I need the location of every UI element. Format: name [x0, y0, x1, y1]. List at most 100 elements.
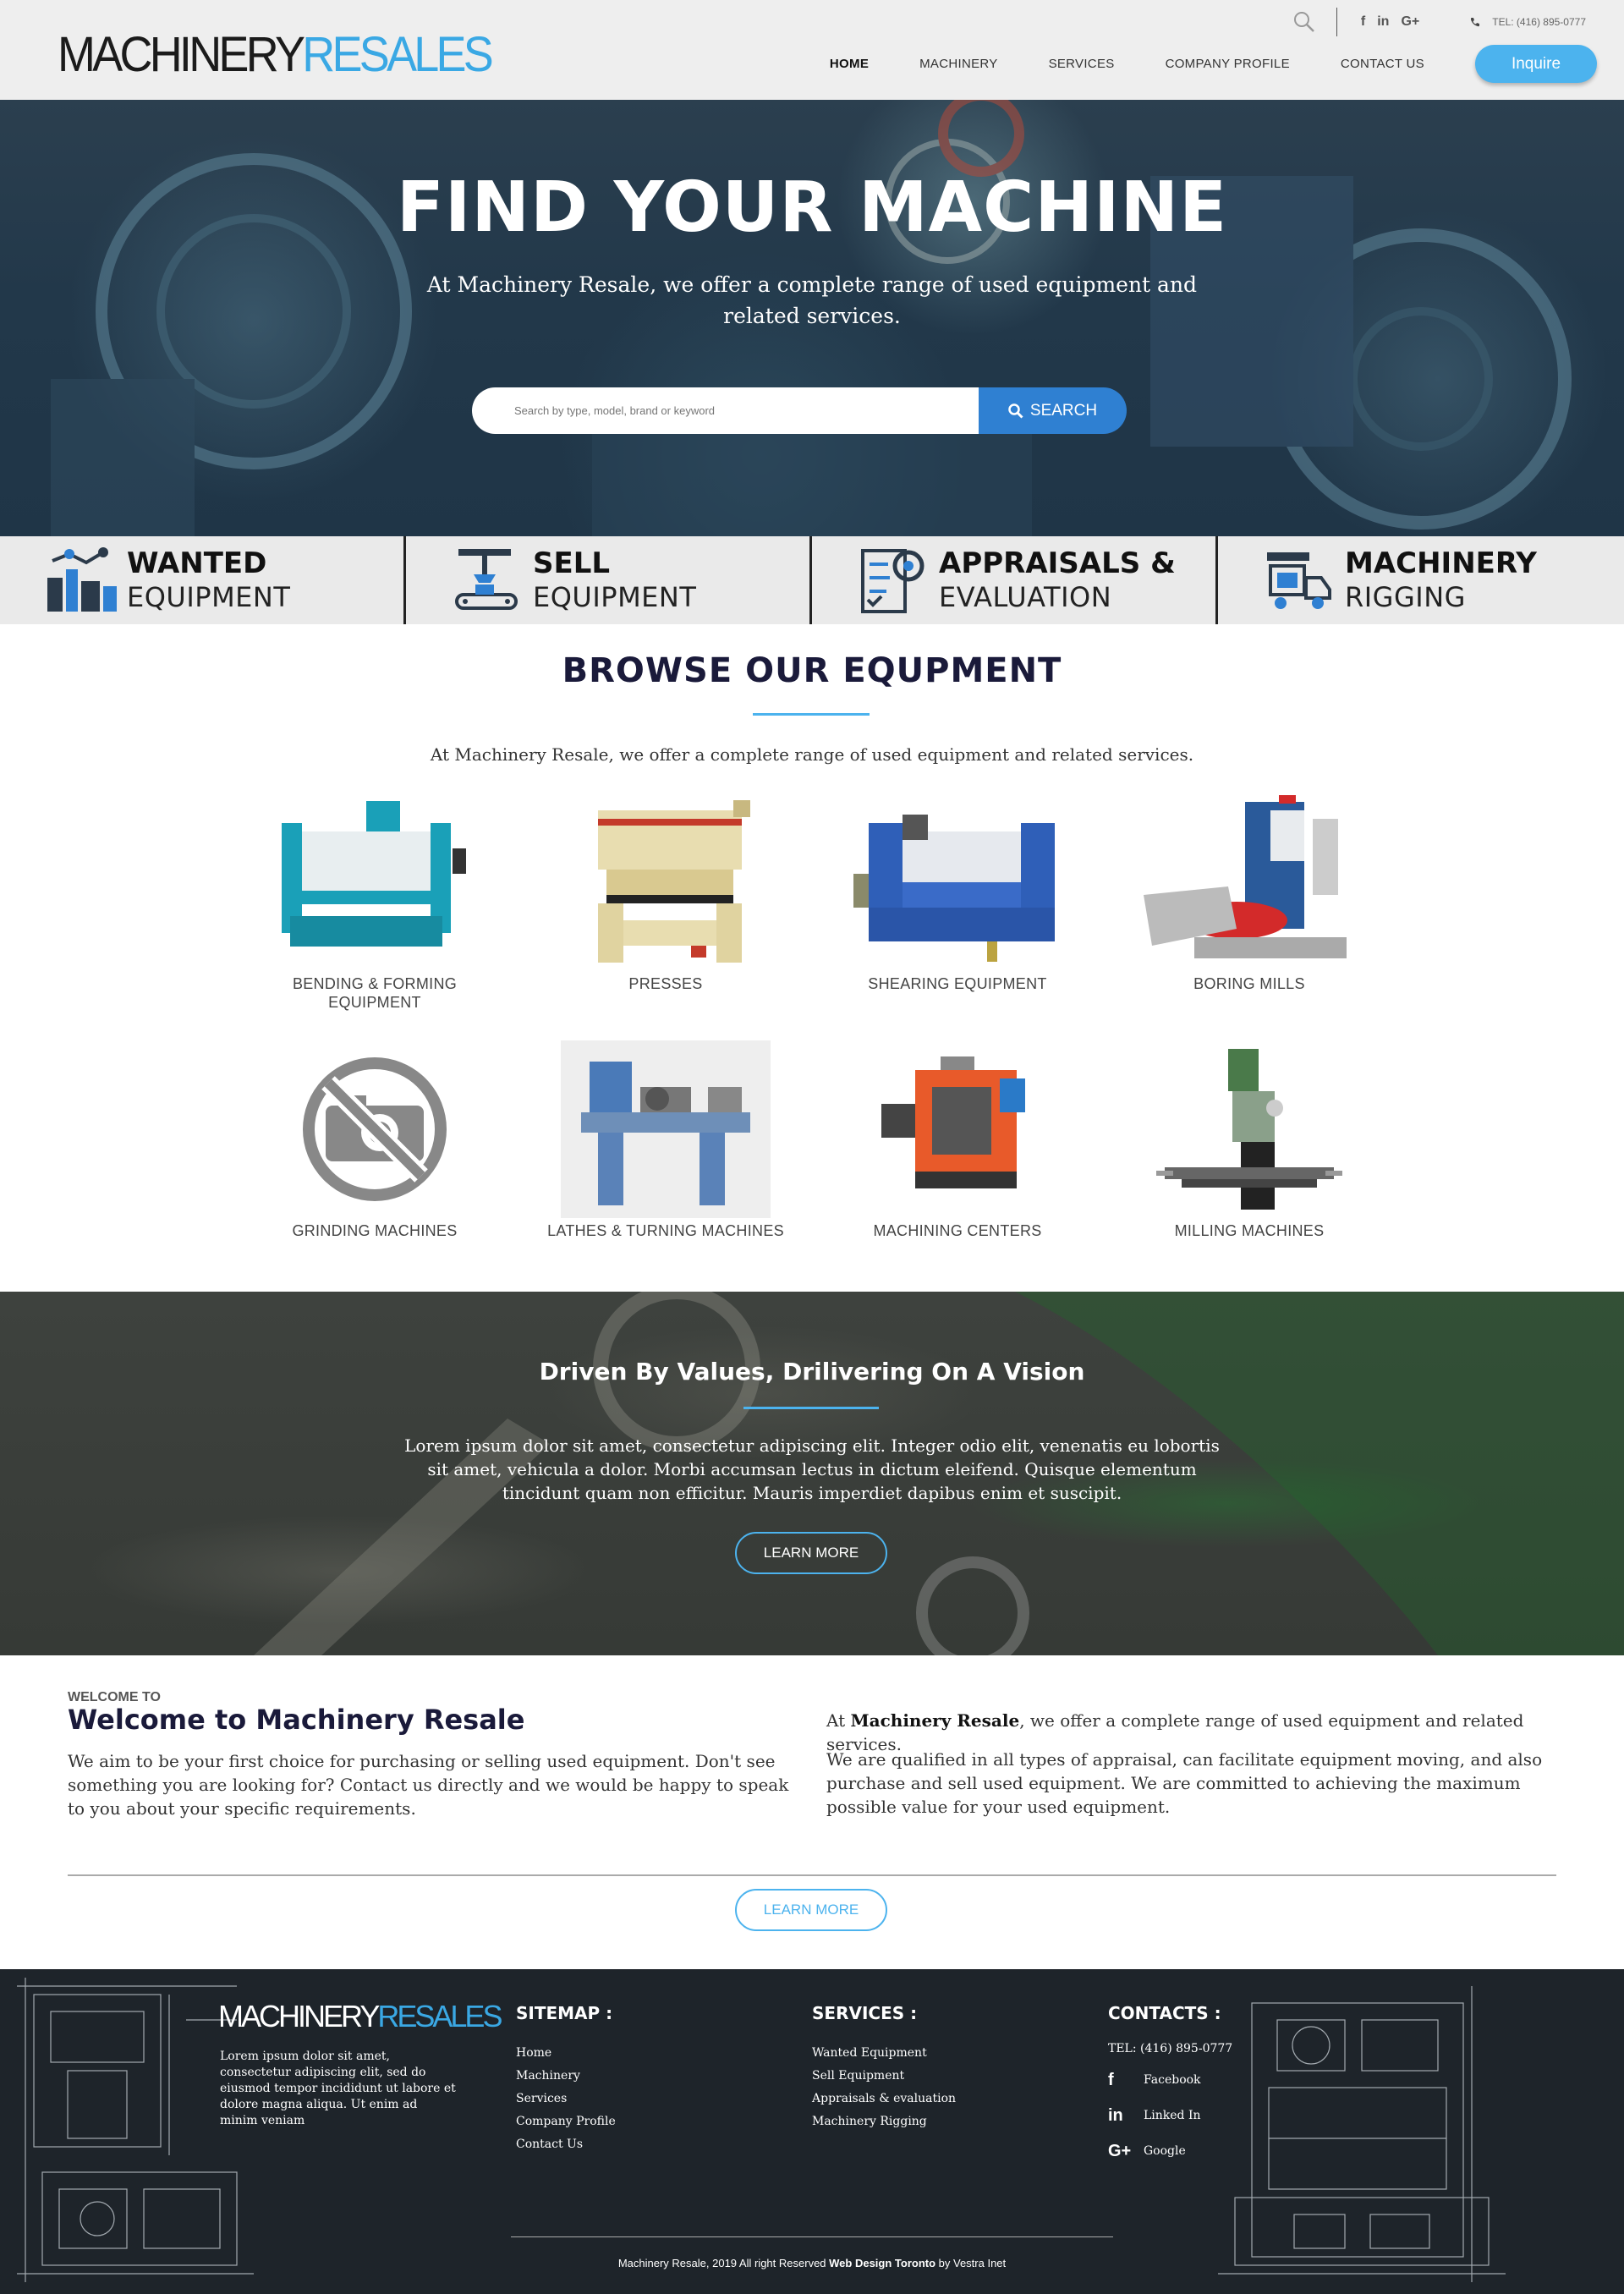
footer-google-link[interactable]: G+ Google [1108, 2133, 1232, 2169]
header-phone: TEL: (416) 895-0777 [1470, 16, 1586, 28]
divider [1336, 8, 1337, 36]
footer-logo[interactable]: MACHINERYRESALES [218, 1999, 502, 2034]
footer-link-machinery[interactable]: Machinery [516, 2065, 616, 2088]
appraisal-icon [861, 549, 924, 613]
footer-facebook-link[interactable]: f Facebook [1108, 2062, 1232, 2098]
welcome-right-pre: At [826, 1710, 851, 1731]
footer-services: SERVICES : Wanted Equipment Sell Equipme… [812, 2003, 956, 2133]
rigging-truck-icon [1267, 552, 1331, 609]
equipment-label: BORING MILLS [1193, 975, 1305, 992]
social-links: f in G+ [1361, 14, 1419, 30]
facebook-icon: f [1108, 2070, 1114, 2089]
copyright-web-design-link[interactable]: Web Design Toronto [829, 2257, 935, 2269]
bending-machine-image [269, 793, 480, 971]
strip-appraisals-subtitle: EVALUATION [939, 581, 1112, 613]
footer-contacts: CONTACTS : TEL: (416) 895-0777 f Faceboo… [1108, 2003, 1232, 2169]
footer-google-label: Google [1144, 2144, 1186, 2158]
footer-sitemap: SITEMAP : Home Machinery Services Compan… [516, 2003, 616, 2156]
strip-wanted-subtitle: EQUIPMENT [127, 581, 291, 613]
strip-appraisals[interactable]: APPRAISALS & EVALUATION [812, 536, 1218, 624]
equipment-label: PRESSES [628, 975, 703, 992]
equipment-grinding-machines[interactable]: GRINDING MACHINES [252, 1040, 497, 1240]
nav-home[interactable]: HOME [830, 57, 869, 71]
nav-services[interactable]: SERVICES [1049, 57, 1115, 71]
equipment-machining-centers[interactable]: MACHINING CENTERS [835, 1040, 1080, 1240]
footer-link-sell-equipment[interactable]: Sell Equipment [812, 2065, 956, 2088]
footer-link-appraisals[interactable]: Appraisals & evaluation [812, 2088, 956, 2110]
footer-link-rigging[interactable]: Machinery Rigging [812, 2110, 956, 2133]
equipment-lathes[interactable]: LATHES & TURNING MACHINES [543, 1040, 788, 1240]
equipment-boring-mills[interactable]: BORING MILLS [1127, 793, 1372, 993]
nav-contact-us[interactable]: CONTACT US [1341, 57, 1424, 71]
google-plus-icon: G+ [1108, 2141, 1132, 2160]
hero-subtitle: At Machinery Resale, we offer a complete… [426, 272, 1198, 328]
services-strip: WANTED EQUIPMENT SELL EQUIPMENT APPRAISA… [0, 536, 1624, 624]
equipment-label: GRINDING MACHINES [292, 1222, 458, 1239]
welcome-right-bold: Machinery Resale [850, 1710, 1020, 1731]
footer-link-contact-us[interactable]: Contact Us [516, 2133, 616, 2156]
facebook-icon[interactable]: f [1361, 14, 1365, 30]
nav-company-profile[interactable]: COMPANY PROFILE [1166, 57, 1290, 71]
strip-sell-title: SELL [533, 546, 611, 580]
strip-wanted-equipment[interactable]: WANTED EQUIPMENT [0, 536, 406, 624]
equipment-label: LATHES & TURNING MACHINES [547, 1222, 784, 1239]
equipment-shearing[interactable]: SHEARING EQUIPMENT [835, 793, 1080, 993]
strip-appraisals-text: APPRAISALS & EVALUATION [939, 546, 1176, 614]
equipment-bending-forming[interactable]: BENDING & FORMING EQUIPMENT [252, 793, 497, 1012]
welcome-left-text: We aim to be your first choice for purch… [68, 1751, 789, 1819]
footer-link-wanted-equipment[interactable]: Wanted Equipment [812, 2042, 956, 2065]
blueprint-right-illustration [1218, 1986, 1506, 2282]
values-title-underline [743, 1407, 879, 1409]
values-text: Lorem ipsum dolor sit amet, consectetur … [404, 1435, 1220, 1503]
strip-rigging[interactable]: MACHINERY RIGGING [1218, 536, 1624, 624]
shearing-machine-image [852, 793, 1063, 971]
values-section: Driven By Values, Drilivering On A Visio… [0, 1292, 1624, 1655]
lathe-image [561, 1040, 771, 1218]
equipment-label: MILLING MACHINES [1174, 1222, 1325, 1239]
footer-logo-resales: RESALES [377, 1999, 502, 2033]
welcome-learn-more-button[interactable]: LEARN MORE [735, 1889, 887, 1931]
welcome-title: Welcome to Machinery Resale [68, 1704, 525, 1736]
site-logo[interactable]: MACHINERYRESALES [58, 25, 494, 85]
footer-sitemap-title: SITEMAP : [516, 2003, 613, 2023]
phone-icon [1471, 18, 1480, 27]
footer-linkedin-link[interactable]: in Linked In [1108, 2098, 1232, 2133]
sell-equipment-icon [455, 549, 518, 610]
equipment-milling-machines[interactable]: MILLING MACHINES [1127, 1040, 1372, 1240]
strip-rigging-title: MACHINERY [1345, 546, 1537, 580]
site-header: MACHINERYRESALES f in G+ TEL: (416) 895-… [0, 0, 1624, 100]
inquire-button[interactable]: Inquire [1475, 45, 1597, 83]
equipment-label: MACHINING CENTERS [873, 1222, 1042, 1239]
footer-about-text: Lorem ipsum dolor sit amet, consectetur … [220, 2050, 456, 2127]
search-icon[interactable] [1287, 8, 1321, 36]
welcome-right-text: We are qualified in all types of apprais… [826, 1749, 1543, 1817]
footer-link-company-profile[interactable]: Company Profile [516, 2110, 616, 2133]
boring-mill-image [1144, 793, 1355, 971]
hero-search-button[interactable]: SEARCH [979, 387, 1127, 434]
welcome-divider [68, 1874, 1556, 1876]
strip-wanted-title: WANTED [127, 546, 267, 580]
main-nav: HOME MACHINERY SERVICES COMPANY PROFILE … [830, 45, 1597, 83]
browse-subtitle: At Machinery Resale, we offer a complete… [430, 744, 1194, 765]
google-plus-icon[interactable]: G+ [1401, 14, 1419, 30]
linkedin-icon: in [1108, 2105, 1123, 2125]
footer-contacts-title: CONTACTS : [1108, 2003, 1221, 2023]
strip-sell-equipment[interactable]: SELL EQUIPMENT [406, 536, 812, 624]
linkedin-icon[interactable]: in [1377, 14, 1389, 30]
footer-phone: TEL: (416) 895-0777 [1108, 2042, 1233, 2055]
press-machine-image [560, 793, 771, 971]
strip-wanted-text: WANTED EQUIPMENT [127, 546, 290, 614]
footer-link-home[interactable]: Home [516, 2042, 616, 2065]
equipment-presses[interactable]: PRESSES [543, 793, 788, 993]
copyright-text: Machinery Resale, 2019 All right Reserve… [617, 2257, 830, 2269]
hero-search-input[interactable] [472, 387, 979, 434]
values-learn-more-button[interactable]: LEARN MORE [735, 1532, 887, 1574]
footer-link-services[interactable]: Services [516, 2088, 616, 2110]
footer-divider [511, 2236, 1113, 2237]
strip-rigging-text: MACHINERY RIGGING [1345, 546, 1537, 614]
values-title: Driven By Values, Drilivering On A Visio… [539, 1358, 1085, 1386]
equipment-label: SHEARING EQUIPMENT [868, 975, 1047, 992]
logo-text-machinery: MACHINERY [58, 27, 305, 82]
hero-search: SEARCH [472, 387, 1127, 434]
nav-machinery[interactable]: MACHINERY [919, 57, 997, 71]
